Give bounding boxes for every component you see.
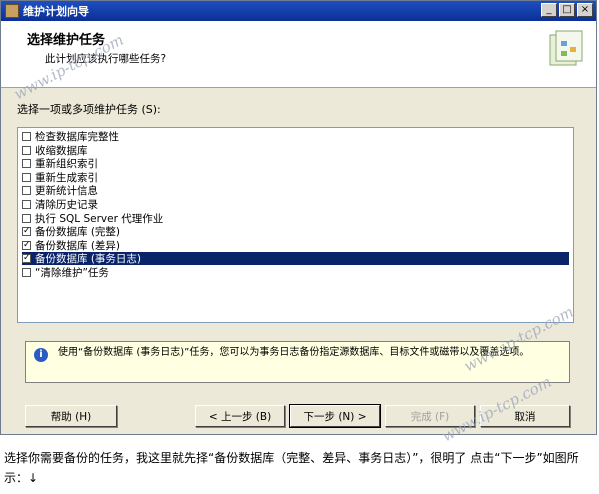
task-list-item[interactable]: 重新生成索引 [22, 171, 569, 184]
back-button[interactable]: < 上一步 (B) [195, 405, 285, 427]
task-label: “清除维护”任务 [35, 267, 109, 279]
minimize-button[interactable]: _ [541, 3, 557, 17]
info-icon: i [34, 348, 48, 362]
task-list-item[interactable]: 重新组织索引 [22, 157, 569, 170]
window-controls: _ □ × [541, 3, 593, 17]
task-list-label: 选择一项或多项维护任务 (S): [17, 103, 161, 116]
task-list-item[interactable]: 收缩数据库 [22, 144, 569, 157]
task-checkbox[interactable] [22, 186, 31, 196]
next-button[interactable]: 下一步 (N) > [289, 404, 381, 428]
task-list-item[interactable]: “清除维护”任务 [22, 266, 569, 279]
task-checkbox[interactable]: ✓ [22, 254, 31, 264]
task-checkbox[interactable]: ✓ [22, 227, 31, 237]
close-button[interactable]: × [577, 3, 593, 17]
window-title: 维护计划向导 [23, 5, 89, 18]
task-checkbox[interactable] [22, 200, 31, 209]
help-button[interactable]: 帮助 (H) [25, 405, 117, 427]
task-checkbox[interactable] [22, 213, 31, 223]
task-list[interactable]: 检查数据库完整性 收缩数据库 重新组织索引 重新生成索引 更新统计信息 清除历史记录 执行 … [17, 127, 574, 323]
task-checkbox[interactable] [22, 132, 31, 141]
task-list-item[interactable]: 更新统计信息 [22, 184, 569, 197]
task-checkbox[interactable] [22, 145, 31, 155]
title-bar[interactable]: 维护计划向导 _ □ × [1, 1, 596, 21]
task-checkbox[interactable]: ✓ [22, 240, 31, 250]
wizard-graphic-icon [549, 30, 583, 66]
task-list-item[interactable]: ✓ 备份数据库 (事务日志) [22, 252, 569, 266]
task-list-item[interactable]: 执行 SQL Server 代理作业 [22, 212, 569, 225]
task-checkbox[interactable] [22, 172, 31, 182]
article-caption: 选择你需要备份的任务，我这里就先择“备份数据库（完整、差异、事务日志）”，很明了… [4, 451, 579, 485]
task-list-item[interactable]: 检查数据库完整性 [22, 130, 569, 143]
app-icon [5, 4, 19, 18]
task-checkbox[interactable] [22, 159, 31, 169]
task-list-item[interactable]: ✓ 备份数据库 (差异) [22, 239, 569, 252]
task-checkbox[interactable] [22, 268, 31, 277]
task-list-item[interactable]: 清除历史记录 [22, 198, 569, 211]
maximize-button[interactable]: □ [559, 3, 575, 17]
task-list-item[interactable]: ✓ 备份数据库 (完整) [22, 225, 569, 238]
